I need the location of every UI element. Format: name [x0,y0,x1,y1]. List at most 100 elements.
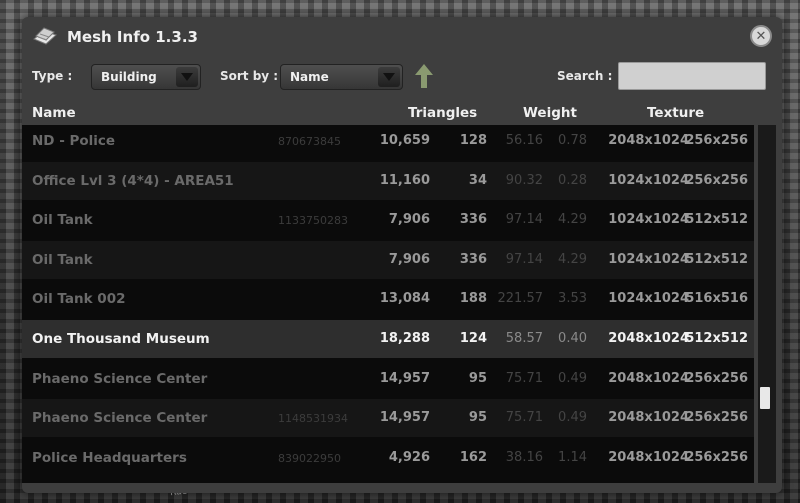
lod-texture-size: 256x256 [685,449,748,465]
mesh-info-window: Mesh Info 1.3.3 ✕ Type : Building Sort b… [22,17,782,493]
filter-bar: Type : Building Sort by : Name Search : [22,61,782,91]
weight-value: 97.14 [505,212,543,228]
weight-ratio: 4.29 [558,212,587,228]
mesh-name: Oil Tank [32,251,93,268]
triangle-count: 4,926 [388,449,430,465]
texture-size: 2048x1024 [608,133,689,148]
submesh-count: 95 [468,370,487,386]
weight-value: 97.14 [505,251,543,267]
scrollbar[interactable] [758,125,776,483]
mesh-name: Oil Tank 002 [32,291,126,308]
weight-value: 56.16 [505,133,543,148]
table-row[interactable]: ND - Police 870673845 10,659 128 56.16 0.78 20… [22,125,754,160]
weight-value: 90.32 [505,172,543,188]
arrow-up-icon [415,64,433,88]
triangle-count: 10,659 [379,133,430,148]
submesh-count: 95 [468,410,487,426]
table-row[interactable]: Phaeno Science Center 1148531934 14,957 95 7… [22,399,754,438]
triangle-count: 14,957 [379,370,430,386]
submesh-count: 128 [459,133,487,148]
mesh-name: Police Headquarters [32,449,187,466]
type-dropdown[interactable]: Building [91,64,201,90]
header-name[interactable]: Name [32,105,76,121]
table-header: Name Triangles Weight Texture [22,103,782,123]
weight-ratio: 0.78 [558,133,587,148]
mesh-list[interactable]: ND - Police 870673845 10,659 128 56.16 0.78 20… [22,125,754,483]
sort-dropdown-value: Name [290,70,329,84]
mesh-name: ND - Police [32,133,116,149]
search-input[interactable] [618,62,766,90]
mesh-name: Oil Tank [32,212,93,229]
weight-ratio: 4.29 [558,251,587,267]
sort-direction-button[interactable] [414,63,434,89]
mesh-id: 1133750283 [278,214,348,228]
weight-ratio: 3.53 [558,291,587,307]
lod-texture-size: 256x256 [685,410,748,426]
submesh-count: 162 [459,449,487,465]
weight-ratio: 0.49 [558,410,587,426]
weight-value: 75.71 [505,410,543,426]
triangle-count: 7,906 [388,251,430,267]
mesh-id: 839022950 [278,451,341,465]
texture-size: 2048x1024 [608,410,689,426]
submesh-count: 34 [468,172,487,188]
table-row[interactable]: One Thousand Museum 18,288 124 58.57 0.40 204… [22,320,754,358]
submesh-count: 124 [459,331,487,346]
window-title: Mesh Info 1.3.3 [67,28,198,46]
table-row[interactable]: Oil Tank 1133750283 7,906 336 97.14 4.29 1024x… [22,201,754,239]
lod-texture-size: 256x256 [685,133,748,148]
table-row[interactable]: Police Headquarters 839022950 4,926 162 38.1… [22,439,754,477]
mesh-name: Office Lvl 3 (4*4) - AREA51 [32,172,234,189]
weight-ratio: 1.14 [558,449,587,465]
texture-size: 1024x1024 [608,251,689,267]
weight-value: 58.57 [505,331,543,346]
header-weight[interactable]: Weight [523,105,577,121]
lod-texture-size: 512x512 [685,251,748,267]
texture-size: 1024x1024 [608,172,689,188]
triangle-count: 13,084 [379,291,430,307]
table-row[interactable]: Phaeno Science Center 14,957 95 75.71 0.49 20… [22,360,754,398]
lod-texture-size: 512x512 [685,331,748,346]
table-row[interactable]: Oil Tank 002 13,084 188 221.57 3.53 1024x1024… [22,280,754,318]
submesh-count: 336 [459,251,487,267]
type-dropdown-value: Building [101,70,157,84]
lod-texture-size: 256x256 [685,370,748,386]
weight-value: 75.71 [505,370,543,386]
title-bar[interactable]: Mesh Info 1.3.3 ✕ [22,17,782,57]
sort-dropdown[interactable]: Name [280,64,403,90]
texture-size: 2048x1024 [608,449,689,465]
close-button[interactable]: ✕ [750,25,772,47]
mesh-name: Phaeno Science Center [32,410,208,427]
triangle-count: 11,160 [379,172,430,188]
texture-size: 2048x1024 [608,331,689,346]
header-texture[interactable]: Texture [647,105,704,121]
mesh-id: 870673845 [278,135,341,148]
texture-size: 1024x1024 [608,212,689,228]
submesh-count: 336 [459,212,487,228]
sort-label: Sort by : [220,69,279,83]
triangle-count: 14,957 [379,410,430,426]
table-row[interactable]: Office Lvl 3 (4*4) - AREA51 11,160 34 90.32… [22,161,754,200]
table-row[interactable]: Oil Tank 7,906 336 97.14 4.29 1024x1024 512x51… [22,240,754,279]
mesh-name: Phaeno Science Center [32,370,208,387]
close-icon: ✕ [755,28,767,44]
header-triangles[interactable]: Triangles [408,105,477,121]
submesh-count: 188 [459,291,487,307]
weight-ratio: 0.40 [558,331,587,346]
search-label: Search : [557,69,613,83]
weight-value: 221.57 [497,291,544,307]
weight-value: 38.16 [505,449,543,465]
scrollbar-thumb[interactable] [760,387,770,409]
texture-size: 1024x1024 [608,291,689,307]
weight-ratio: 0.28 [558,172,587,188]
type-label: Type : [32,69,73,83]
texture-size: 2048x1024 [608,370,689,386]
lod-texture-size: 512x512 [685,212,748,228]
weight-ratio: 0.49 [558,370,587,386]
triangle-count: 18,288 [379,331,430,346]
mesh-id: 1148531934 [278,412,348,426]
building-icon [32,25,58,47]
triangle-count: 7,906 [388,212,430,228]
chevron-down-icon [378,67,400,87]
lod-texture-size: 516x516 [685,291,748,307]
